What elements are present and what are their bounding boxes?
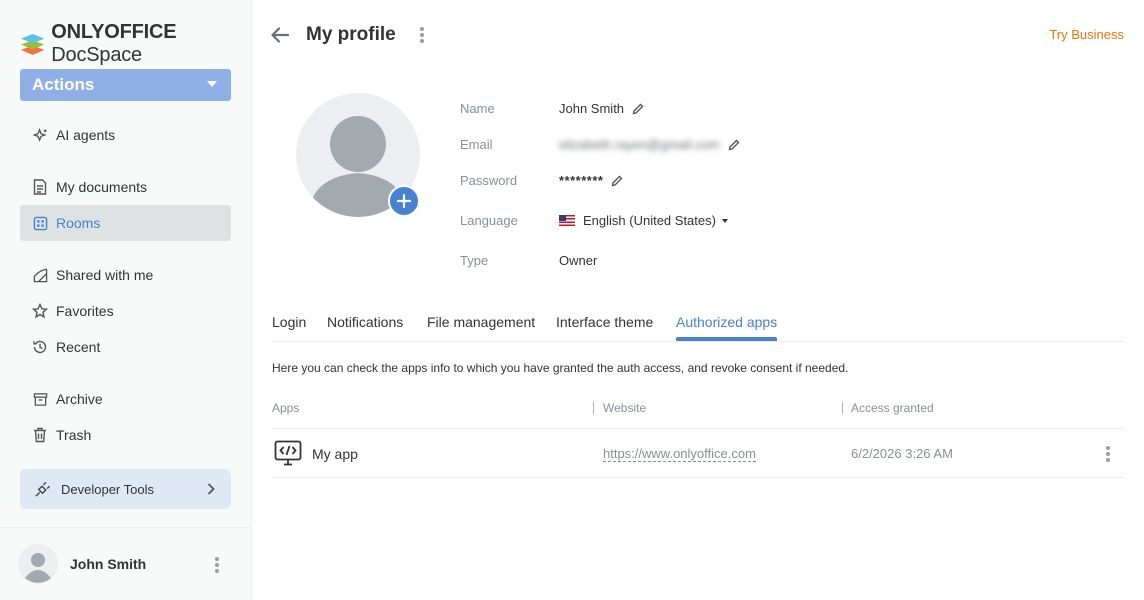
profile-tabs: Login Notifications File management Inte… <box>272 312 1124 342</box>
history-icon <box>32 339 48 355</box>
sidebar: ONLYOFFICE DocSpace Actions AI agents My… <box>0 0 252 600</box>
sidebar-item-rooms[interactable]: Rooms <box>20 205 231 241</box>
tab-interface-theme[interactable]: Interface theme <box>556 314 653 330</box>
column-header-access-granted[interactable]: Access granted <box>851 401 934 415</box>
authorized-apps-description: Here you can check the apps info to whic… <box>272 361 849 375</box>
page-title: My profile <box>306 24 396 45</box>
developer-tools-icon <box>34 481 51 498</box>
name-value: John Smith <box>559 101 625 116</box>
sidebar-item-recent[interactable]: Recent <box>20 329 231 365</box>
logo-text: ONLYOFFICE DocSpace <box>51 21 177 66</box>
language-value: English (United States) <box>583 213 716 228</box>
type-value: Owner <box>559 253 598 268</box>
column-divider[interactable] <box>842 402 843 414</box>
plus-icon <box>397 194 411 208</box>
sidebar-item-favorites[interactable]: Favorites <box>20 293 231 329</box>
star-icon <box>32 303 48 319</box>
table-divider <box>272 477 1124 478</box>
us-flag-icon <box>559 215 575 226</box>
name-label: Name <box>460 101 495 116</box>
type-label: Type <box>460 253 489 268</box>
language-selector[interactable]: English (United States) <box>559 213 728 228</box>
trash-icon <box>32 427 48 443</box>
language-label: Language <box>460 213 518 228</box>
name-field: John Smith <box>559 101 644 116</box>
sidebar-item-label: Favorites <box>56 303 114 319</box>
email-field: elizabeth.rayen@gmail.com <box>559 137 740 152</box>
add-avatar-button[interactable] <box>388 185 420 217</box>
row-menu-kebab-icon[interactable] <box>1106 446 1110 462</box>
sidebar-item-label: Rooms <box>56 215 101 231</box>
sidebar-item-label: Shared with me <box>56 267 154 283</box>
edit-password-pencil-icon[interactable] <box>611 175 623 187</box>
email-label: Email <box>460 137 493 152</box>
app-name[interactable]: My app <box>312 446 358 462</box>
user-name: John Smith <box>70 556 147 572</box>
tab-notifications[interactable]: Notifications <box>327 314 403 330</box>
edit-name-pencil-icon[interactable] <box>632 103 644 115</box>
app-access-granted: 6/2/2026 3:26 AM <box>851 446 953 461</box>
shared-icon <box>32 267 48 283</box>
onlyoffice-logo-icon <box>20 34 45 55</box>
actions-button[interactable]: Actions <box>20 69 231 101</box>
sidebar-item-label: My documents <box>56 179 148 195</box>
sidebar-item-trash[interactable]: Trash <box>20 417 231 453</box>
back-arrow-icon[interactable] <box>270 25 290 48</box>
avatar[interactable] <box>18 544 58 584</box>
sidebar-item-shared-with-me[interactable]: Shared with me <box>20 257 231 293</box>
rooms-icon <box>32 215 48 231</box>
chevron-right-icon <box>207 483 215 498</box>
edit-email-pencil-icon[interactable] <box>728 139 740 151</box>
developer-tools-label: Developer Tools <box>61 481 154 497</box>
table-divider <box>272 428 1124 429</box>
app-website-link[interactable]: https://www.onlyoffice.com <box>603 446 756 462</box>
user-menu-kebab-icon[interactable] <box>215 557 219 573</box>
caret-down-icon <box>207 81 217 87</box>
password-field: ******** <box>559 173 623 188</box>
sidebar-item-label: Archive <box>56 391 103 407</box>
sidebar-item-label: AI agents <box>56 127 116 143</box>
app-code-icon <box>274 440 302 469</box>
sidebar-item-label: Recent <box>56 339 101 355</box>
developer-tools-button[interactable]: Developer Tools <box>20 469 231 509</box>
main-content: My profile Try Business Name John Smith … <box>252 0 1144 600</box>
document-icon <box>32 179 48 195</box>
sidebar-item-ai-agents[interactable]: AI agents <box>20 117 231 153</box>
column-header-apps[interactable]: Apps <box>272 401 299 415</box>
tab-file-management[interactable]: File management <box>427 314 535 330</box>
tab-login[interactable]: Login <box>272 314 306 330</box>
tab-authorized-apps[interactable]: Authorized apps <box>676 314 778 341</box>
email-value: elizabeth.rayen@gmail.com <box>559 137 720 152</box>
caret-down-icon <box>721 218 728 223</box>
sidebar-item-label: Trash <box>56 427 92 443</box>
sidebar-item-my-documents[interactable]: My documents <box>20 169 231 205</box>
password-label: Password <box>460 173 518 188</box>
actions-label: Actions <box>32 75 95 94</box>
archive-icon <box>32 391 48 407</box>
ai-agents-icon <box>32 127 48 143</box>
profile-menu-kebab-icon[interactable] <box>420 27 424 43</box>
column-header-website[interactable]: Website <box>603 401 646 415</box>
column-divider[interactable] <box>593 402 594 414</box>
try-business-link[interactable]: Try Business <box>1049 27 1124 42</box>
password-value: ******** <box>559 173 604 188</box>
logo[interactable]: ONLYOFFICE DocSpace <box>20 21 251 67</box>
sidebar-item-archive[interactable]: Archive <box>20 381 231 417</box>
user-bar: John Smith <box>0 527 251 600</box>
